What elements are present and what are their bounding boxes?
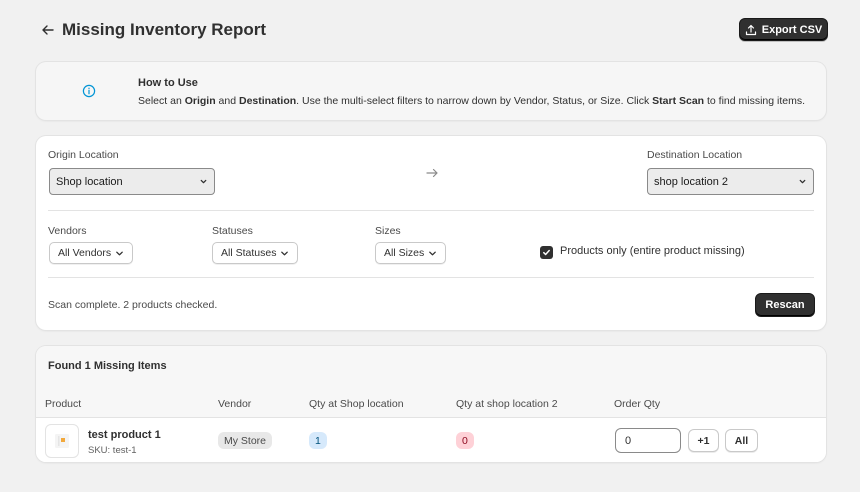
vendor-badge: My Store	[218, 432, 273, 449]
origin-location-label: Origin Location	[48, 149, 119, 161]
products-only-label[interactable]: Products only (entire product missing)	[560, 245, 745, 257]
column-header-qty-destination: Qty at shop location 2	[456, 398, 558, 410]
vendors-label: Vendors	[48, 225, 87, 237]
scan-status-text: Scan complete. 2 products checked.	[48, 299, 218, 311]
table-row: test product 1 SKU: test-1 My Store 1 0 …	[36, 418, 826, 462]
product-sku: SKU: test-1	[88, 445, 137, 456]
page-title: Missing Inventory Report	[62, 20, 267, 39]
destination-location-value: shop location 2	[654, 175, 728, 188]
checkmark-icon	[543, 249, 550, 256]
order-all-button[interactable]: All	[725, 429, 758, 452]
column-header-vendor: Vendor	[218, 398, 252, 410]
vendors-filter-value: All Vendors	[58, 247, 112, 259]
export-csv-button[interactable]: Export CSV	[739, 18, 828, 41]
divider	[48, 277, 814, 278]
scan-settings-card: Origin Location Shop location Destinatio…	[36, 136, 826, 330]
rescan-button[interactable]: Rescan	[755, 293, 815, 317]
sizes-label: Sizes	[375, 225, 401, 237]
how-to-use-banner: How to Use Select an Origin and Destinat…	[36, 62, 826, 120]
product-thumbnail	[45, 424, 79, 458]
statuses-filter-button[interactable]: All Statuses	[212, 242, 299, 264]
column-header-qty-origin: Qty at Shop location	[309, 398, 404, 410]
missing-items-card: Found 1 Missing Items Product Vendor Qty…	[36, 346, 826, 462]
results-title: Found 1 Missing Items	[48, 360, 167, 372]
how-to-use-text: Select an Origin and Destination. Use th…	[138, 95, 806, 107]
origin-location-value: Shop location	[56, 175, 123, 188]
destination-location-label: Destination Location	[647, 149, 743, 161]
products-only-checkbox[interactable]	[540, 246, 553, 259]
arrow-right-icon	[425, 166, 439, 180]
column-header-order-qty: Order Qty	[614, 398, 661, 410]
qty-origin-badge: 1	[309, 432, 327, 449]
origin-location-select[interactable]: Shop location	[49, 168, 215, 195]
order-qty-input[interactable]: 0	[615, 428, 681, 453]
back-arrow-icon[interactable]	[40, 22, 56, 38]
plus-one-button[interactable]: +1	[688, 429, 719, 452]
sizes-filter-value: All Sizes	[384, 247, 425, 259]
upload-icon	[745, 24, 756, 35]
divider	[48, 210, 814, 211]
chevron-down-icon	[200, 179, 207, 184]
destination-location-select[interactable]: shop location 2	[647, 168, 814, 195]
info-circle-icon	[82, 84, 96, 98]
chevron-down-icon	[281, 251, 289, 255]
statuses-filter-value: All Statuses	[221, 247, 277, 259]
chevron-down-icon	[116, 251, 123, 255]
vendors-filter-button[interactable]: All Vendors	[49, 242, 134, 264]
table-header: Product Vendor Qty at Shop location Qty …	[36, 390, 826, 418]
page-header: Missing Inventory Report Export CSV	[40, 18, 828, 44]
qty-destination-badge: 0	[456, 432, 474, 449]
sizes-filter-button[interactable]: All Sizes	[375, 242, 447, 264]
column-header-product: Product	[45, 398, 82, 410]
product-name[interactable]: test product 1	[88, 429, 161, 441]
chevron-down-icon	[799, 179, 806, 184]
chevron-down-icon	[429, 251, 437, 255]
export-csv-label: Export CSV	[761, 23, 823, 36]
results-header: Found 1 Missing Items	[36, 346, 826, 390]
statuses-label: Statuses	[212, 225, 253, 237]
product-image-icon	[55, 434, 69, 448]
how-to-use-title: How to Use	[138, 77, 198, 89]
